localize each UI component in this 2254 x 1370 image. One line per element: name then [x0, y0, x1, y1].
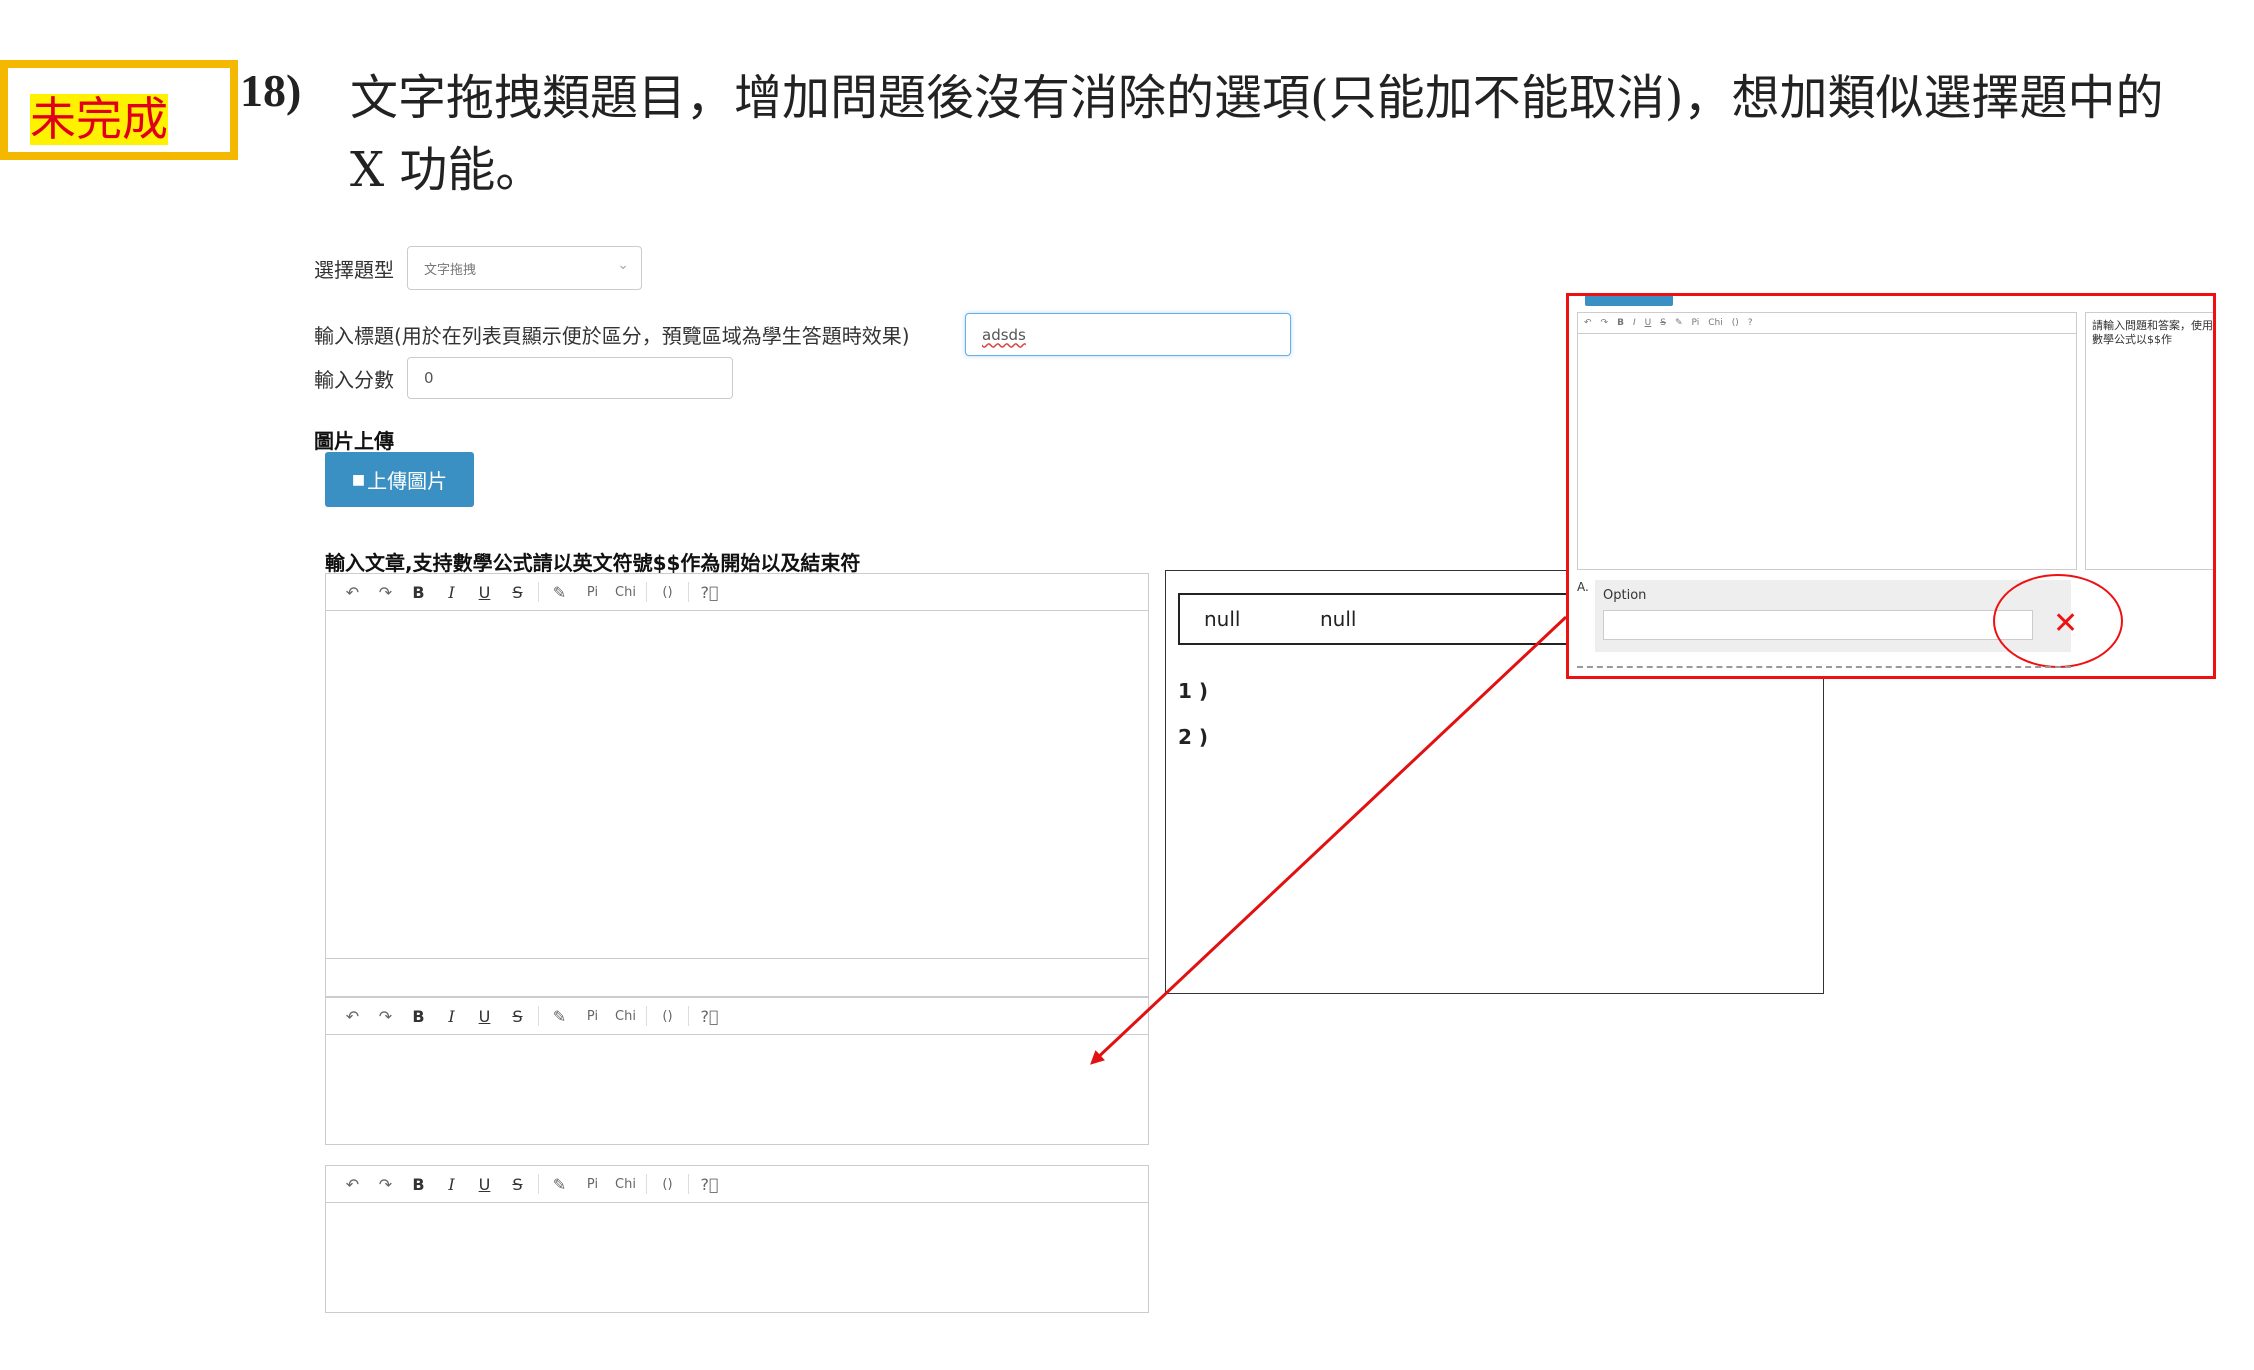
annotation-arrow: [1090, 615, 1568, 1065]
